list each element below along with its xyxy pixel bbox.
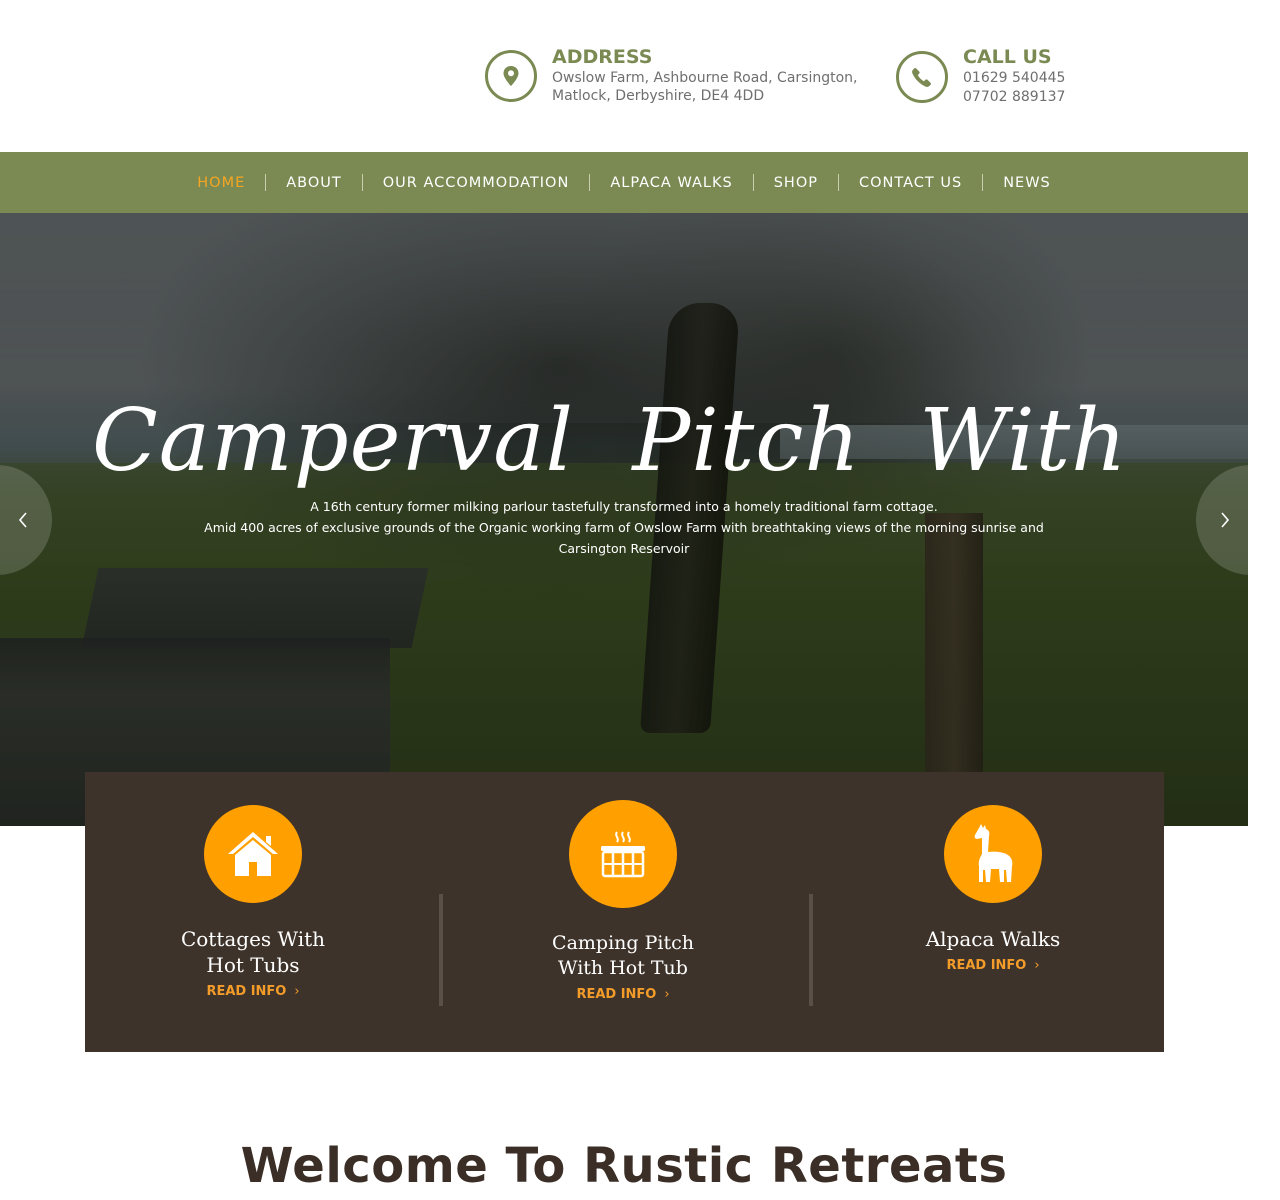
hero-subtitle: A 16th century former milking parlour ta… [200, 496, 1048, 559]
feature-title: Alpaca Walks [925, 927, 1061, 951]
feature-camping-pitch: Camping Pitch With Hot Tub READ INFO › [523, 800, 723, 1003]
site-header: ADDRESS Owslow Farm, Ashbourne Road, Car… [0, 0, 1248, 152]
chevron-right-icon: › [294, 984, 300, 999]
read-info-label: READ INFO [206, 984, 287, 999]
address-heading: ADDRESS [552, 46, 653, 68]
read-info-link[interactable]: READ INFO › [206, 984, 299, 999]
feature-alpaca-walks: Alpaca Walks READ INFO › [893, 805, 1093, 974]
read-info-link[interactable]: READ INFO › [946, 958, 1039, 973]
nav-item-contact[interactable]: CONTACT US [839, 175, 982, 191]
address-block: ADDRESS Owslow Farm, Ashbourne Road, Car… [485, 46, 858, 105]
map-pin-icon [485, 49, 537, 102]
phone-number-1[interactable]: 01629 540445 [963, 69, 1065, 88]
chevron-right-icon [1221, 512, 1230, 528]
features-panel: Cottages With Hot Tubs READ INFO › Campi… [85, 772, 1164, 1052]
nav-item-accommodation[interactable]: OUR ACCOMMODATION [363, 175, 590, 191]
read-info-label: READ INFO [576, 987, 657, 1002]
nav-item-shop[interactable]: SHOP [754, 175, 838, 191]
address-line-2: Matlock, Derbyshire, DE4 4DD [552, 88, 765, 104]
address-line-1: Owslow Farm, Ashbourne Road, Carsington, [552, 70, 858, 86]
chevron-left-icon [18, 512, 27, 528]
nav-item-about[interactable]: ABOUT [266, 175, 362, 191]
nav-item-home[interactable]: HOME [177, 175, 265, 191]
chevron-right-icon: › [1034, 958, 1040, 973]
hero-subtitle-line-2: Amid 400 acres of exclusive grounds of t… [204, 520, 1044, 556]
nav-item-alpaca-walks[interactable]: ALPACA WALKS [590, 175, 752, 191]
main-nav: HOME ABOUT OUR ACCOMMODATION ALPACA WALK… [0, 152, 1248, 213]
phone-icon [896, 50, 948, 103]
feature-title-line-1: Cottages With [180, 927, 326, 951]
alpaca-icon [944, 805, 1042, 903]
feature-title-line-2: With Hot Tub [558, 957, 688, 979]
chevron-right-icon: › [664, 987, 670, 1002]
hot-tub-icon [569, 800, 677, 908]
welcome-heading: Welcome To Rustic Retreats [240, 1138, 1008, 1194]
hero-subtitle-line-1: A 16th century former milking parlour ta… [310, 499, 938, 514]
feature-title-line-1: Camping Pitch [552, 932, 694, 954]
hero-title: Camperval Pitch With [92, 391, 1128, 491]
hero-slider: Camperval Pitch With A 16th century form… [0, 213, 1248, 826]
read-info-label: READ INFO [946, 958, 1027, 973]
read-info-link[interactable]: READ INFO › [576, 987, 669, 1002]
phone-number-2[interactable]: 07702 889137 [963, 88, 1065, 107]
feature-divider [439, 894, 443, 1006]
call-heading: CALL US [963, 46, 1052, 68]
feature-cottages: Cottages With Hot Tubs READ INFO › [153, 805, 353, 1000]
feature-divider [809, 894, 813, 1006]
call-block: CALL US 01629 540445 07702 889137 [896, 46, 1065, 107]
page: ADDRESS Owslow Farm, Ashbourne Road, Car… [0, 0, 1248, 1200]
house-icon [204, 805, 302, 903]
nav-item-news[interactable]: NEWS [983, 175, 1071, 191]
feature-title-line-2: Hot Tubs [206, 953, 300, 977]
